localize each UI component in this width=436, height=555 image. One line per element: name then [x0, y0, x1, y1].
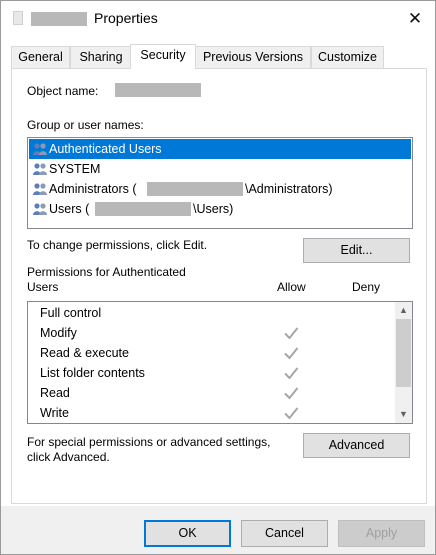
- permission-name: Read: [40, 386, 70, 400]
- folder-icon: [13, 11, 23, 25]
- users-icon: [33, 163, 47, 175]
- redacted-domain: [147, 182, 243, 196]
- permission-row: Read & execute: [28, 343, 394, 363]
- deny-header: Deny: [352, 280, 381, 294]
- change-permissions-text: To change permissions, click Edit.: [27, 238, 208, 252]
- tab-security[interactable]: Security: [130, 44, 196, 69]
- user-row-system[interactable]: SYSTEM: [29, 159, 411, 179]
- scroll-thumb[interactable]: [396, 319, 411, 387]
- close-icon[interactable]: ✕: [399, 5, 431, 33]
- permission-name: Full control: [40, 306, 102, 320]
- users-icon: [33, 143, 47, 155]
- check-icon: [284, 387, 299, 400]
- redacted-domain: [95, 202, 191, 216]
- security-panel: Object name: Group or user names: Authen…: [11, 68, 427, 504]
- check-icon: [284, 347, 299, 360]
- permission-name: Modify: [40, 326, 77, 340]
- object-name-label: Object name:: [27, 84, 99, 98]
- user-suffix: \Administrators): [245, 182, 333, 196]
- user-list[interactable]: Authenticated Users SYSTEM Administrator…: [27, 137, 413, 229]
- user-row-administrators[interactable]: Administrators ( \Administrators): [29, 179, 411, 199]
- tab-previous-versions[interactable]: Previous Versions: [195, 46, 311, 68]
- users-icon: [33, 203, 47, 215]
- tab-sharing[interactable]: Sharing: [70, 46, 132, 68]
- group-label: Group or user names:: [27, 118, 144, 132]
- tab-general[interactable]: General: [11, 46, 70, 68]
- permission-name: List folder contents: [40, 366, 145, 380]
- users-icon: [33, 183, 47, 195]
- user-name: Authenticated Users: [49, 142, 162, 156]
- special-permissions-text: For special permissions or advanced sett…: [27, 435, 271, 449]
- redacted-object-name: [115, 83, 201, 97]
- user-suffix: \Users): [193, 202, 234, 216]
- permission-row: Write: [28, 403, 394, 423]
- window-title: Properties: [94, 10, 158, 26]
- permissions-scrollbar[interactable]: ▲ ▼: [395, 302, 412, 423]
- user-row-authenticated-users[interactable]: Authenticated Users: [29, 139, 411, 159]
- advanced-button[interactable]: Advanced: [303, 433, 410, 458]
- cancel-button[interactable]: Cancel: [241, 520, 328, 547]
- dialog-footer: OK Cancel Apply: [1, 506, 435, 554]
- allow-header: Allow: [277, 280, 306, 294]
- permission-row: Full control: [28, 303, 394, 323]
- permission-row: Modify: [28, 323, 394, 343]
- permissions-label-line2: Users: [27, 280, 59, 294]
- edit-button[interactable]: Edit...: [303, 238, 410, 263]
- permission-name: Write: [40, 406, 69, 420]
- permission-row: List folder contents: [28, 363, 394, 383]
- permission-row: Read: [28, 383, 394, 403]
- ok-button[interactable]: OK: [144, 520, 231, 547]
- permissions-label: Permissions for Authenticated: [27, 265, 186, 279]
- properties-window: Properties ✕ General Sharing Security Pr…: [0, 0, 436, 555]
- redacted-title: [31, 12, 87, 26]
- check-icon: [284, 327, 299, 340]
- title-bar: Properties ✕: [1, 1, 435, 37]
- user-name: Administrators (: [49, 182, 137, 196]
- scroll-down-icon[interactable]: ▼: [395, 406, 412, 423]
- check-icon: [284, 407, 299, 420]
- user-row-users[interactable]: Users ( \Users): [29, 199, 411, 219]
- apply-button[interactable]: Apply: [338, 520, 425, 547]
- permission-name: Read & execute: [40, 346, 129, 360]
- special-permissions-text-line2: click Advanced.: [27, 450, 110, 464]
- permissions-list[interactable]: Full control Modify Read & execute List …: [27, 301, 413, 424]
- user-name: SYSTEM: [49, 162, 101, 176]
- tab-customize[interactable]: Customize: [311, 46, 384, 68]
- check-icon: [284, 367, 299, 380]
- user-name: Users (: [49, 202, 90, 216]
- scroll-up-icon[interactable]: ▲: [395, 302, 412, 319]
